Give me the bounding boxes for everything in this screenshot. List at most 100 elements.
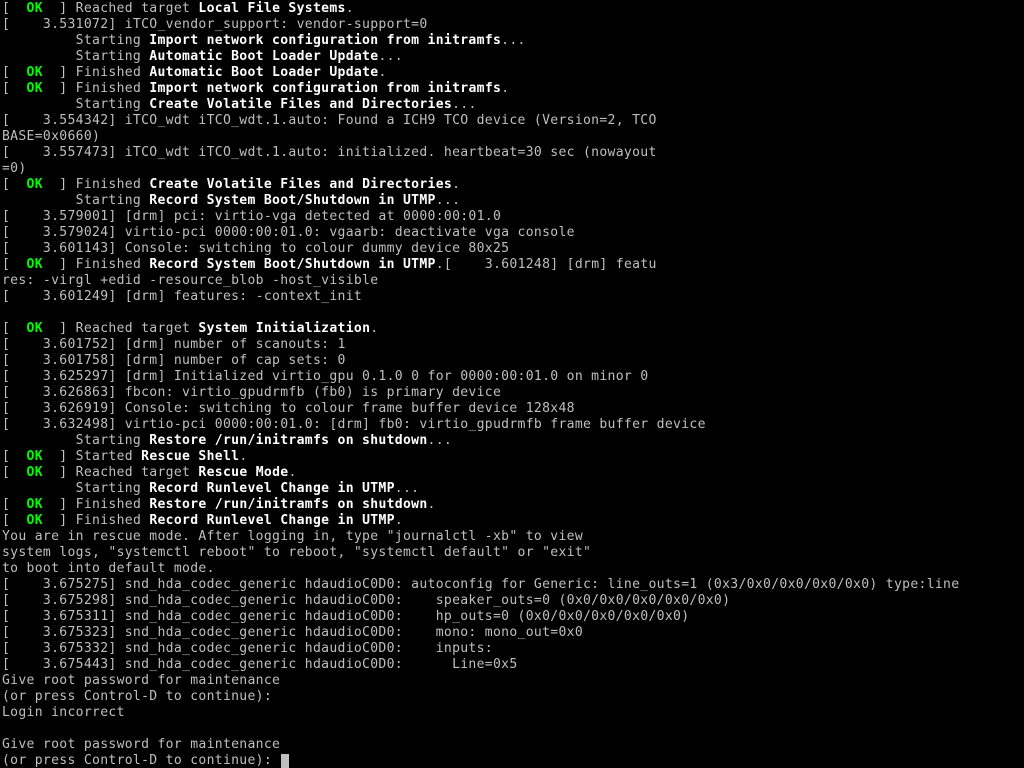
log-text: ] Reached target [59,321,198,336]
log-text: [ 3.675332] snd_hda_codec_generic hdaudi… [2,641,493,656]
console-line: [ 3.675275] snd_hda_codec_generic hdaudi… [2,577,1024,593]
status-ok: OK [10,513,59,528]
status-ok: OK [10,1,59,16]
unit-name: Restore /run/initramfs on shutdown [149,433,427,448]
console-line: (or press Control-D to continue): [2,753,1024,768]
log-text: [ 3.632498] virtio-pci 0000:00:01.0: [dr… [2,417,706,432]
console-line: [ 3.601249] [drm] features: -context_ini… [2,289,1024,305]
log-text: . [501,81,509,96]
console-line: [ 3.601143] Console: switching to colour… [2,241,1024,257]
boot-console[interactable]: [ OK ] Reached target Local File Systems… [0,0,1024,768]
log-text [2,305,10,320]
log-text: to boot into default mode. [2,561,215,576]
log-text: [ [2,177,10,192]
log-text: Starting [2,481,149,496]
console-line: [ OK ] Reached target Rescue Mode. [2,465,1024,481]
log-text: . [428,497,436,512]
console-line: [ 3.557473] iTCO_wdt iTCO_wdt.1.auto: in… [2,145,1024,161]
log-text: Give root password for maintenance [2,673,280,688]
log-text: Give root password for maintenance [2,737,280,752]
console-line: =0) [2,161,1024,177]
console-line: [ OK ] Started Rescue Shell. [2,449,1024,465]
log-text: [ [2,1,10,16]
log-text: ... [428,433,453,448]
log-text: ] Finished [59,497,149,512]
console-line: [ 3.601758] [drm] number of cap sets: 0 [2,353,1024,369]
log-text: [ 3.675298] snd_hda_codec_generic hdaudi… [2,593,730,608]
log-text: ] Finished [59,65,149,80]
log-text: Starting [2,193,149,208]
console-line: Starting Import network configuration fr… [2,33,1024,49]
log-text: [ [2,321,10,336]
console-line: [ 3.625297] [drm] Initialized virtio_gpu… [2,369,1024,385]
console-line: BASE=0x0660) [2,129,1024,145]
log-text: . [346,1,354,16]
console-line: Starting Record Runlevel Change in UTMP.… [2,481,1024,497]
console-line: Starting Restore /run/initramfs on shutd… [2,433,1024,449]
console-line: [ OK ] Finished Create Volatile Files an… [2,177,1024,193]
status-ok: OK [10,321,59,336]
console-line: [ 3.531072] iTCO_vendor_support: vendor-… [2,17,1024,33]
log-text: . [288,465,296,480]
console-line: res: -virgl +edid -resource_blob -host_v… [2,273,1024,289]
console-line: [ 3.579024] virtio-pci 0000:00:01.0: vga… [2,225,1024,241]
log-text: Login incorrect [2,705,125,720]
log-text: ] Reached target [59,1,198,16]
log-text: [ 3.601143] Console: switching to colour… [2,241,509,256]
log-text: ... [436,193,461,208]
log-text: (or press Control-D to continue): [2,753,280,768]
log-text: (or press Control-D to continue): [2,689,280,704]
unit-name: Record Runlevel Change in UTMP [149,513,395,528]
console-line: (or press Control-D to continue): [2,689,1024,705]
log-text: ... [501,33,526,48]
log-text: [ [2,81,10,96]
unit-name: Record System Boot/Shutdown in UTMP [149,193,435,208]
console-line [2,305,1024,321]
log-text: [ [2,497,10,512]
console-line: [ 3.626863] fbcon: virtio_gpudrmfb (fb0)… [2,385,1024,401]
unit-name: Restore /run/initramfs on shutdown [149,497,427,512]
log-text: [ 3.601758] [drm] number of cap sets: 0 [2,353,346,368]
log-text [2,721,10,736]
log-text: ... [452,97,477,112]
log-text: ] Finished [59,513,149,528]
text-cursor[interactable] [281,754,289,768]
console-line: [ OK ] Finished Record Runlevel Change i… [2,513,1024,529]
log-text: [ 3.625297] [drm] Initialized virtio_gpu… [2,369,648,384]
status-ok: OK [10,81,59,96]
log-text: . [395,513,403,528]
console-line: [ OK ] Finished Restore /run/initramfs o… [2,497,1024,513]
log-text: [ 3.601249] [drm] features: -context_ini… [2,289,362,304]
status-ok: OK [10,177,59,192]
log-text: ] Reached target [59,465,198,480]
log-text: . [239,449,247,464]
log-text: Starting [2,433,149,448]
unit-name: Local File Systems [198,1,345,16]
console-line: [ 3.675298] snd_hda_codec_generic hdaudi… [2,593,1024,609]
log-text: [ [2,465,10,480]
console-line: Starting Record System Boot/Shutdown in … [2,193,1024,209]
unit-name: Import network configuration from initra… [149,81,501,96]
console-line: [ 3.554342] iTCO_wdt iTCO_wdt.1.auto: Fo… [2,113,1024,129]
log-text: Starting [2,97,149,112]
unit-name: Create Volatile Files and Directories [149,97,452,112]
log-text: Starting [2,33,149,48]
console-line: [ 3.675332] snd_hda_codec_generic hdaudi… [2,641,1024,657]
unit-name: Create Volatile Files and Directories [149,177,452,192]
status-ok: OK [10,465,59,480]
log-text: ... [395,481,420,496]
console-line: [ 3.579001] [drm] pci: virtio-vga detect… [2,209,1024,225]
console-line: [ 3.675443] snd_hda_codec_generic hdaudi… [2,657,1024,673]
log-text: . [370,321,378,336]
console-line: system logs, "systemctl reboot" to reboo… [2,545,1024,561]
console-line: to boot into default mode. [2,561,1024,577]
console-line: [ OK ] Finished Import network configura… [2,81,1024,97]
console-line: [ 3.675311] snd_hda_codec_generic hdaudi… [2,609,1024,625]
log-text: [ 3.557473] iTCO_wdt iTCO_wdt.1.auto: in… [2,145,657,160]
unit-name: Automatic Boot Loader Update [149,65,378,80]
log-text: res: -virgl +edid -resource_blob -host_v… [2,273,378,288]
log-text: . [452,177,460,192]
status-ok: OK [10,497,59,512]
console-line: [ 3.632498] virtio-pci 0000:00:01.0: [dr… [2,417,1024,433]
log-text: [ 3.675275] snd_hda_codec_generic hdaudi… [2,577,959,592]
